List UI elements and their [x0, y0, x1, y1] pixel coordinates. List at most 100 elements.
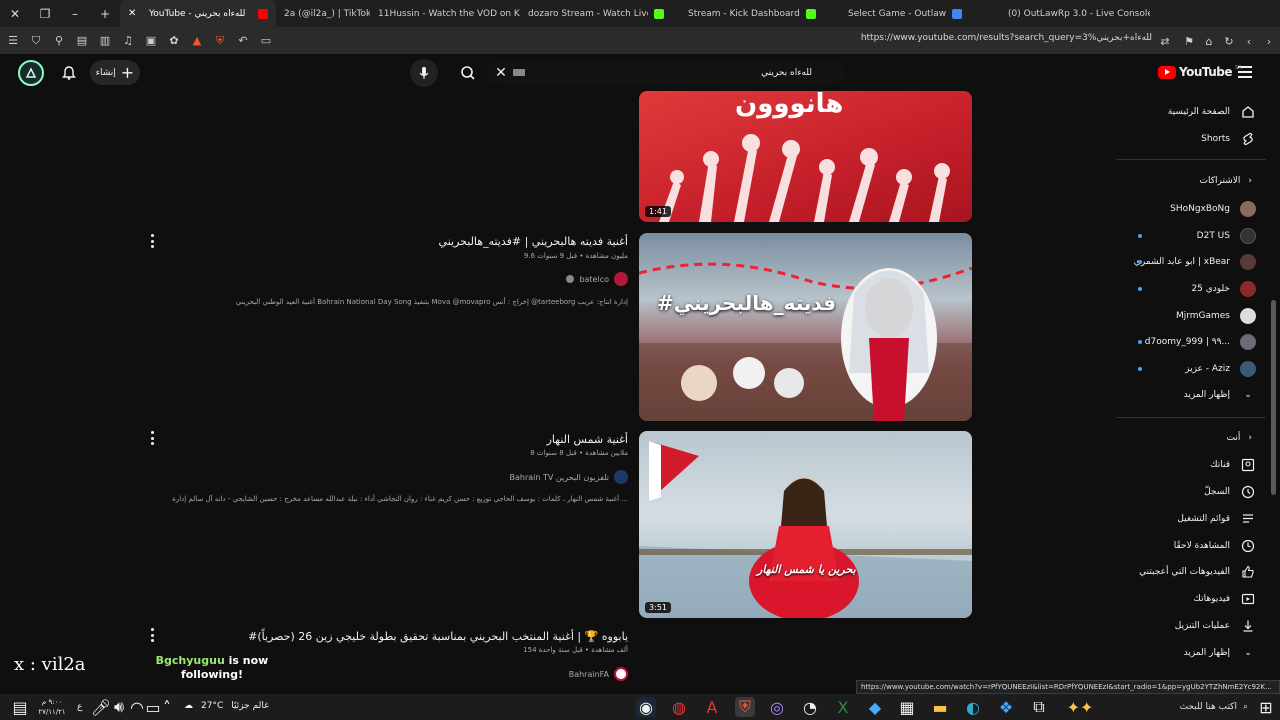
clear-search-icon[interactable]: ✕ [488, 60, 514, 86]
tab-live-console[interactable]: (0) OutLawRp 3.0 - Live Console [1000, 0, 1150, 27]
channel-info[interactable]: BahrainFA [569, 667, 628, 681]
search-input[interactable] [530, 64, 812, 81]
voice-search-button[interactable] [410, 59, 438, 87]
youtube-logo[interactable]: YouTube SA [1158, 65, 1242, 79]
pin-icon[interactable]: ⚲ [49, 31, 69, 51]
sidebar-item-downloads[interactable]: عمليات التنزيل [1116, 613, 1256, 639]
tab-tiktok[interactable]: 2a (@il2a_) | TikTok [276, 0, 370, 27]
video-title[interactable]: أغنية شمس النهار [547, 433, 628, 446]
app-icon[interactable]: ◍ [669, 697, 689, 717]
tab-kick-stream[interactable]: dozaro Stream - Watch Live on K [520, 0, 680, 27]
steam-icon[interactable]: ◉ [636, 697, 656, 717]
sidebar-item-liked-videos[interactable]: الفيديوهات التي أعجبتني [1116, 559, 1256, 585]
close-window-icon[interactable]: ✕ [0, 0, 30, 27]
video-thumbnail[interactable]: بحرين يا شمس النهار 3:51 [639, 431, 972, 618]
brave-shield-icon[interactable]: ⛨ [210, 31, 230, 51]
taskbar-search[interactable]: اكتب هنا للبحث ⌕ [1100, 697, 1248, 717]
forward-icon[interactable]: › [1259, 31, 1279, 51]
screenshot-icon[interactable]: ▣ [141, 31, 161, 51]
task-view-icon[interactable]: ⧉ [1029, 697, 1049, 717]
tabs-icon[interactable]: ▤ [72, 31, 92, 51]
account-avatar[interactable] [18, 60, 44, 86]
video-title[interactable]: #يابووه 🏆 | أغنية المنتخب البحريني بمناس… [248, 630, 628, 643]
show-hidden-icons-icon[interactable]: ˄ [157, 697, 177, 717]
show-more-you[interactable]: إظهار المزيد ⌄ [1116, 640, 1256, 666]
restore-window-icon[interactable]: ❐ [30, 0, 60, 27]
sidebar-item-subscription[interactable]: عزيز - Aziz [1116, 356, 1256, 382]
notifications-bell-icon[interactable] [56, 60, 82, 86]
acrobat-icon[interactable]: A [702, 697, 722, 717]
app-icon[interactable]: ◆ [865, 697, 885, 717]
video-title[interactable]: أغنية فديته هالبحريني | #فديته_هالبحريني [439, 235, 628, 248]
rewards-icon[interactable]: ▲ [187, 31, 207, 51]
sidebar-item-subscription[interactable]: SHoNgxBoNg [1116, 196, 1256, 222]
minimize-window-icon[interactable]: – [60, 0, 90, 27]
extension-icon[interactable]: ✿ [164, 31, 184, 51]
tab-kick-vod[interactable]: 11Hussin - Watch the VOD on Kick [370, 0, 520, 27]
sidebar-item-history[interactable]: السجلّ [1116, 479, 1256, 505]
home-icon[interactable]: ⌂ [1199, 31, 1219, 51]
chevron-right-icon: › [1248, 433, 1252, 443]
more-options-icon[interactable] [148, 628, 156, 642]
create-button[interactable]: إنشاء + [90, 60, 140, 85]
you-header[interactable]: أنت › [1227, 433, 1252, 443]
clock[interactable]: ٩:٠٠ م ٢٧/١١/٢١ [34, 697, 70, 717]
edge-icon[interactable]: ◐ [963, 697, 983, 717]
sidebar-item-subscription[interactable]: ابو عابد الشمري | xBear [1116, 249, 1256, 275]
video-description: أغنية شمس النهار ، كلمات : يوسف الحاجي ت… [172, 495, 628, 503]
store-icon[interactable]: ▦ [897, 697, 917, 717]
sidebar-item-subscription[interactable]: MjrmGames [1116, 303, 1256, 329]
sidebar-item-your-videos[interactable]: فيديوهاتك [1116, 586, 1256, 612]
weather-widget[interactable]: ☁︎ 27°C غالم جزئيًا [184, 701, 269, 711]
start-icon[interactable]: ⊞ [1256, 697, 1276, 717]
volume-icon[interactable]: 🔊︎ [109, 697, 129, 717]
tab-youtube[interactable]: ✕ YouTube - للهءاه بحريني [120, 0, 276, 27]
sidebar-item-subscription[interactable]: d7oomy_999 | ٩٩... [1116, 329, 1256, 355]
file-explorer-icon[interactable]: ▬ [930, 697, 950, 717]
more-options-icon[interactable] [148, 431, 156, 445]
sidebar-item-watch-later[interactable]: المشاهدة لاحقًا [1116, 533, 1256, 559]
language-indicator[interactable]: ع [77, 702, 82, 712]
shield-icon[interactable]: ⛉ [26, 31, 46, 51]
reload-icon[interactable]: ↻ [1219, 31, 1239, 51]
speedometer-icon[interactable]: ◔ [800, 697, 820, 717]
app-icon[interactable]: ◎ [767, 697, 787, 717]
sidebar-icon[interactable]: ▥ [95, 31, 115, 51]
back-icon[interactable]: ‹ [1239, 31, 1259, 51]
video-meta: 154 ألف مشاهدة • قبل سنة واحدة [523, 646, 628, 654]
undo-icon[interactable]: ↶ [233, 31, 253, 51]
music-icon[interactable]: ♫ [118, 31, 138, 51]
share-icon[interactable]: ⇄ [1155, 31, 1175, 51]
bookmark-icon[interactable]: ⚑ [1179, 31, 1199, 51]
excel-icon[interactable]: X [833, 697, 853, 717]
copilot-icon[interactable]: ✦✦ [1064, 697, 1096, 717]
close-tab-icon[interactable]: ✕ [128, 8, 136, 19]
keyboard-icon[interactable] [513, 69, 525, 76]
sidebar-item-your-channel[interactable]: قناتك [1116, 452, 1256, 478]
video-thumbnail[interactable]: هانووون 1:41 [639, 91, 972, 222]
cast-icon[interactable]: ▭ [256, 31, 276, 51]
app-icon[interactable]: ❖ [996, 697, 1016, 717]
notifications-icon[interactable]: ▤ [10, 697, 30, 717]
more-options-icon[interactable] [148, 234, 156, 248]
search-button[interactable] [455, 60, 481, 86]
menu-icon[interactable]: ☰ [3, 31, 23, 51]
sidebar-item-home[interactable]: الصفحة الرئيسية [1116, 99, 1256, 125]
tab-kick-dashboard[interactable]: Stream - Kick Dashboard [680, 0, 840, 27]
tab-outlaw[interactable]: Select Game - Outlaw [840, 0, 1000, 27]
brave-icon[interactable]: ⛨ [735, 697, 755, 717]
sidebar-item-playlists[interactable]: قوائم التشغيل [1116, 506, 1256, 532]
video-thumbnail[interactable]: #فديته_هالبحريني [639, 233, 972, 421]
sidebar-item-subscription[interactable]: خلودي 25 [1116, 276, 1256, 302]
new-tab-icon[interactable]: + [90, 0, 120, 27]
channel-info[interactable]: batelco [566, 272, 628, 286]
subscriptions-header[interactable]: الاشتراكات › [1200, 176, 1252, 186]
video-description: أغنية العيد الوطني البحريني Bahrain Nati… [235, 298, 628, 306]
page-scrollbar[interactable] [1271, 300, 1276, 495]
sidebar-item-subscription[interactable]: D2T US [1116, 223, 1256, 249]
sidebar-item-shorts[interactable]: Shorts [1116, 126, 1256, 152]
channel-info[interactable]: Bahrain TV تلفزيون البحرين [510, 470, 628, 484]
microphone-icon[interactable]: 🎤︎ [91, 697, 111, 717]
address-bar[interactable]: https://www.youtube.com/results?search_q… [861, 33, 1152, 43]
show-more-subscriptions[interactable]: إظهار المزيد ⌄ [1116, 382, 1256, 408]
